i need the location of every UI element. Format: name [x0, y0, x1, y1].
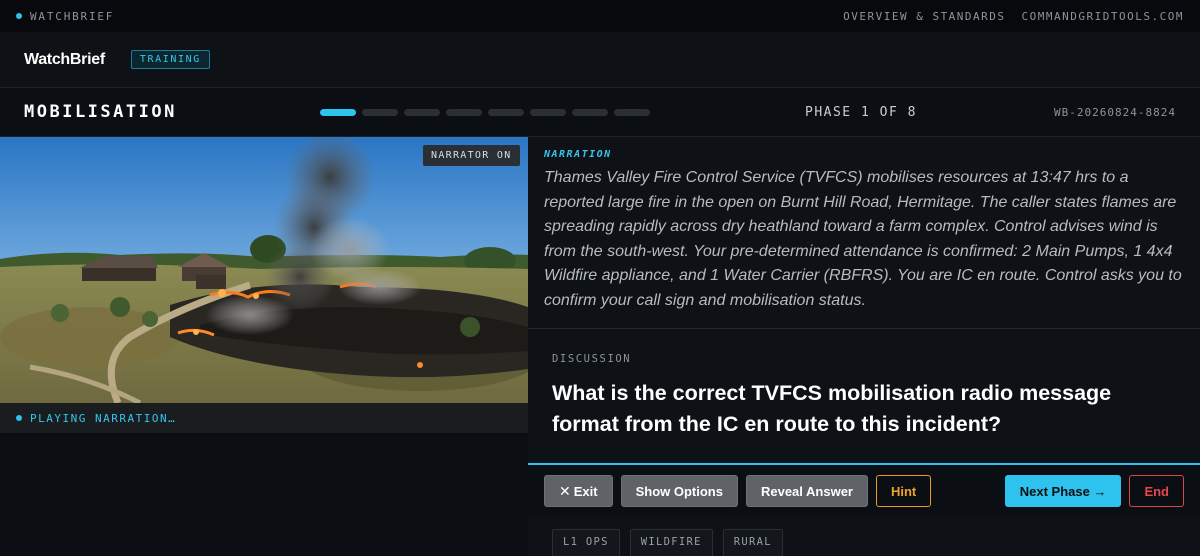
phase-title: MOBILISATION: [24, 102, 177, 122]
app-logo[interactable]: WatchBrief: [24, 51, 105, 69]
brief-pane: NARRATION Thames Valley Fire Control Ser…: [528, 137, 1200, 556]
top-bar: WATCHBRIEF OVERVIEW & STANDARDS COMMANDG…: [0, 0, 1200, 32]
close-icon: ✕: [559, 482, 571, 499]
tag-l1-ops: L1 OPS: [552, 529, 620, 556]
reveal-answer-button[interactable]: Reveal Answer: [745, 475, 868, 507]
phase-bar: MOBILISATION PHASE 1 OF 8 WB-20260824-88…: [0, 88, 1200, 137]
session-id: WB-20260824-8824: [1054, 105, 1176, 119]
status-dot-icon: [16, 13, 22, 19]
phase-segment-5: [488, 108, 524, 116]
narration-text: Thames Valley Fire Control Service (TVFC…: [544, 169, 1182, 309]
top-brand: WATCHBRIEF: [16, 10, 114, 23]
discussion-panel: DISCUSSION What is the correct TVFCS mob…: [528, 329, 1200, 463]
phase-segment-3: [404, 108, 440, 116]
narrator-status-badge[interactable]: NARRATOR ON: [423, 145, 520, 166]
phase-counter: PHASE 1 OF 8: [805, 104, 917, 120]
mode-badge: TRAINING: [130, 50, 210, 69]
top-nav: OVERVIEW & STANDARDS COMMANDGRIDTOOLS.CO…: [843, 10, 1184, 23]
phase-segment-1: [320, 108, 356, 116]
phase-segment-2: [362, 108, 398, 116]
phase-segment-8: [614, 108, 650, 116]
phase-progress: [320, 108, 650, 116]
narration-label: NARRATION: [544, 149, 612, 160]
wildfire-scene-illustration: [0, 137, 528, 403]
exit-button[interactable]: ✕ Exit: [544, 475, 613, 507]
playing-status-label: PLAYING NARRATION…: [30, 411, 177, 425]
discussion-question: What is the correct TVFCS mobilisation r…: [552, 381, 1112, 436]
nav-commandgridtools-link[interactable]: COMMANDGRIDTOOLS.COM: [1022, 10, 1184, 23]
show-options-button[interactable]: Show Options: [620, 475, 738, 507]
phase-segment-7: [572, 108, 608, 116]
tag-rural: RURAL: [722, 529, 783, 556]
scene-image: NARRATOR ON: [0, 137, 528, 403]
narration-panel: NARRATION Thames Valley Fire Control Ser…: [528, 137, 1200, 329]
exit-button-label: Exit: [573, 483, 598, 499]
tag-wildfire: WILDFIRE: [629, 529, 713, 556]
tag-list: L1 OPS WILDFIRE RURAL: [528, 518, 1200, 556]
action-bar: ✕ Exit Show Options Reveal Answer Hint N…: [528, 463, 1200, 517]
app-bar: WatchBrief TRAINING: [0, 32, 1200, 88]
scene-pane: NARRATOR ON PLAYING NARRATION…: [0, 137, 528, 556]
discussion-label: DISCUSSION: [552, 353, 632, 365]
top-brand-label: WATCHBRIEF: [30, 9, 115, 23]
playing-indicator-icon: [16, 415, 22, 421]
hint-button[interactable]: Hint: [875, 475, 932, 507]
end-button[interactable]: End: [1129, 475, 1184, 507]
narration-playing-bar: PLAYING NARRATION…: [0, 403, 528, 434]
phase-segment-4: [446, 108, 482, 116]
phase-segment-6: [530, 108, 566, 116]
next-phase-button[interactable]: Next Phase →: [1004, 475, 1122, 507]
nav-overview-standards-link[interactable]: OVERVIEW & STANDARDS: [843, 10, 1005, 23]
